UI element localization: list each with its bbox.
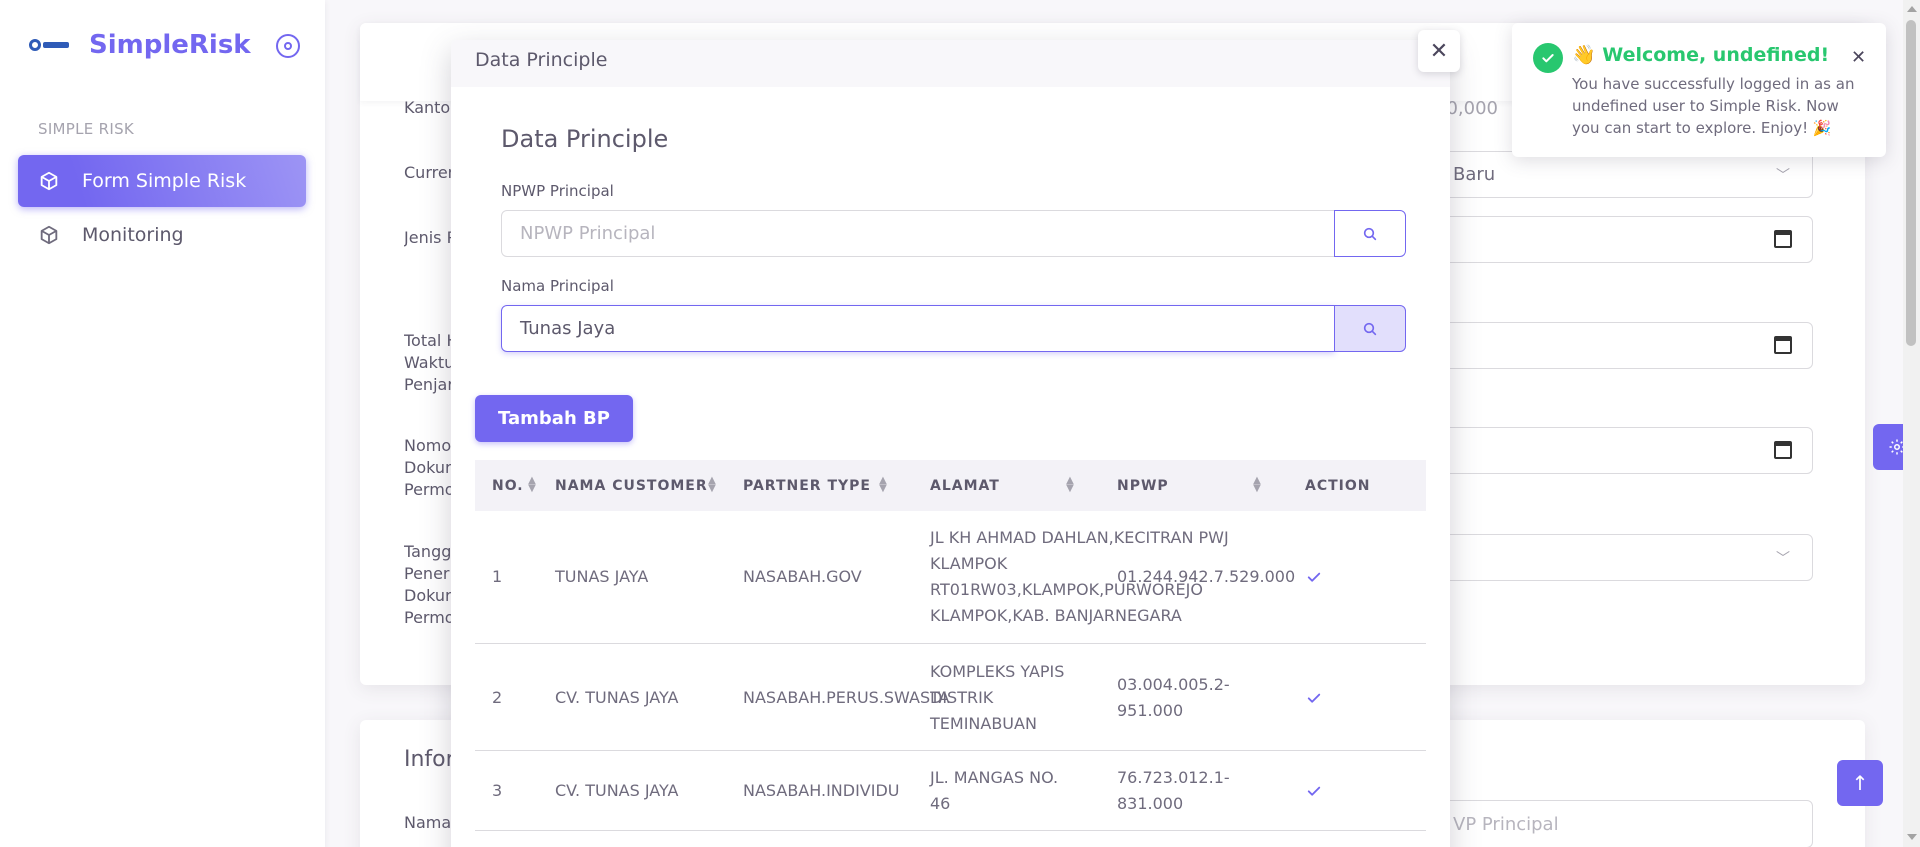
check-icon[interactable] (1305, 782, 1323, 800)
cell-npwp: 76.723.012.1-831.000 (1117, 768, 1230, 813)
npwp-principal-placeholder: NPWP Principal (520, 223, 656, 244)
npwp-principal-field[interactable]: VP Principal (1430, 800, 1813, 847)
calendar-icon[interactable] (1774, 230, 1792, 248)
calendar-icon[interactable] (1774, 336, 1792, 354)
status-select-value: Baru (1453, 164, 1496, 185)
modal-close-button[interactable]: ✕ (1418, 30, 1460, 72)
cell-partner-type: NASABAH.INDIVIDU (743, 781, 900, 800)
sort-icon[interactable]: ▲ ▼ (707, 476, 717, 495)
cube-icon (40, 225, 58, 245)
scroll-thumb[interactable] (1906, 20, 1916, 346)
sidebar-item-label: Monitoring (82, 224, 184, 246)
wave-icon: 👋 (1572, 44, 1596, 66)
date-field[interactable] (1430, 216, 1813, 263)
nama-principal-input[interactable]: Tunas Jaya (501, 305, 1335, 352)
column-header-action: ACTION (1305, 477, 1371, 494)
scroll-down-arrow[interactable] (1907, 834, 1917, 840)
sort-icon[interactable]: ▲ ▼ (878, 476, 888, 495)
cell-partner-type: NASABAH.GOV (743, 567, 862, 586)
npwp-principal-input[interactable]: NPWP Principal (501, 210, 1335, 257)
chevron-down-icon: ﹀ (1776, 168, 1790, 184)
nama-principal-value: Tunas Jaya (520, 318, 616, 339)
check-icon[interactable] (1305, 689, 1323, 707)
toast-message: You have successfully logged in as an un… (1572, 75, 1855, 137)
toast-title: 👋 Welcome, undefined! (1572, 43, 1829, 66)
modal-window-title: Data Principle (451, 40, 1450, 87)
cube-icon (40, 171, 58, 191)
table-row: 1 TUNAS JAYA NASABAH.GOV JL KH AHMAD DAH… (475, 511, 1426, 644)
table-row: 2 CV. TUNAS JAYA NASABAH.PERUS.SWASTA KO… (475, 644, 1426, 751)
sort-icon[interactable]: ▲ ▼ (1065, 476, 1075, 495)
search-icon (1363, 322, 1377, 335)
column-header-partner-type[interactable]: PARTNER TYPE (743, 460, 871, 511)
date-field[interactable] (1430, 427, 1813, 474)
tambah-bp-button[interactable]: Tambah BP (475, 395, 633, 442)
modal-title: Data Principle (501, 125, 669, 153)
check-icon[interactable] (1305, 568, 1323, 586)
cell-alamat: KOMPLEKS YAPIS DISTRIK TEMINABUAN (930, 662, 1065, 733)
nama-principal-label: Nama Principal (501, 277, 614, 295)
cell-nama-customer: CV. TUNAS JAYA (555, 781, 679, 800)
toast-close-icon[interactable]: ✕ (1851, 47, 1866, 68)
data-principle-modal: Data Principle Data Principle NPWP Princ… (451, 40, 1450, 847)
cell-partner-type: NASABAH.PERUS.SWASTA (743, 688, 950, 707)
sort-icon[interactable]: ▲ ▼ (1252, 476, 1262, 495)
column-header-no[interactable]: NO. (492, 460, 524, 511)
search-icon (1363, 227, 1377, 240)
sidebar-item-form-simple-risk[interactable]: Form Simple Risk (18, 155, 306, 207)
nama-search-button[interactable] (1334, 305, 1406, 352)
menu-header: SIMPLE RISK (38, 120, 135, 138)
calendar-icon[interactable] (1774, 441, 1792, 459)
scroll-to-top-button[interactable]: ↑ (1837, 760, 1883, 806)
cell-npwp: 03.004.005.2-951.000 (1117, 675, 1230, 720)
table-header: NO. ▲ ▼ NAMA CUSTOMER ▲ ▼ PARTNER TYPE ▲ ▼ … (475, 460, 1426, 511)
cell-nama-customer: TUNAS JAYA (555, 567, 649, 586)
sort-icon[interactable]: ▲ ▼ (527, 476, 537, 495)
welcome-toast: 👋 Welcome, undefined! You have successfu… (1512, 23, 1886, 157)
page-scrollbar[interactable] (1903, 0, 1920, 847)
cell-no: 1 (492, 567, 503, 586)
cell-nama-customer: CV. TUNAS JAYA (555, 688, 679, 707)
npwp-principal-placeholder: VP Principal (1453, 813, 1559, 835)
npwp-principal-label: NPWP Principal (501, 182, 614, 200)
sidebar: SimpleRisk SIMPLE RISK Form Simple Risk … (0, 0, 325, 847)
sidebar-toggle-icon[interactable] (276, 34, 300, 58)
brand-logo (29, 36, 73, 54)
column-header-npwp[interactable]: NPWP (1117, 460, 1169, 511)
sidebar-item-monitoring[interactable]: Monitoring (18, 209, 306, 261)
arrow-up-icon: ↑ (1851, 771, 1869, 795)
cell-no: 2 (492, 688, 503, 707)
column-header-nama-customer[interactable]: NAMA CUSTOMER (555, 460, 708, 511)
date-field[interactable] (1430, 322, 1813, 369)
toast-title-text: Welcome, undefined! (1602, 44, 1830, 66)
table-row: 3 CV. TUNAS JAYA NASABAH.INDIVIDU JL. MA… (475, 751, 1426, 831)
close-icon: ✕ (1429, 38, 1449, 64)
chevron-down-icon: ﹀ (1776, 551, 1790, 567)
scroll-up-arrow[interactable] (1907, 6, 1917, 12)
npwp-search-button[interactable] (1334, 210, 1406, 257)
sidebar-item-label: Form Simple Risk (82, 170, 247, 192)
success-check-icon (1533, 43, 1563, 73)
cell-npwp: 01.244.942.7.529.000 (1117, 567, 1296, 586)
column-header-alamat[interactable]: ALAMAT (930, 460, 1000, 511)
cell-alamat: JL. MANGAS NO. 46 (930, 768, 1059, 813)
status-select[interactable]: Baru ﹀ (1430, 151, 1813, 198)
brand[interactable]: SimpleRisk (29, 28, 251, 62)
cell-no: 3 (492, 781, 503, 800)
brand-name: SimpleRisk (89, 30, 251, 60)
select-field[interactable]: ﹀ (1430, 534, 1813, 581)
